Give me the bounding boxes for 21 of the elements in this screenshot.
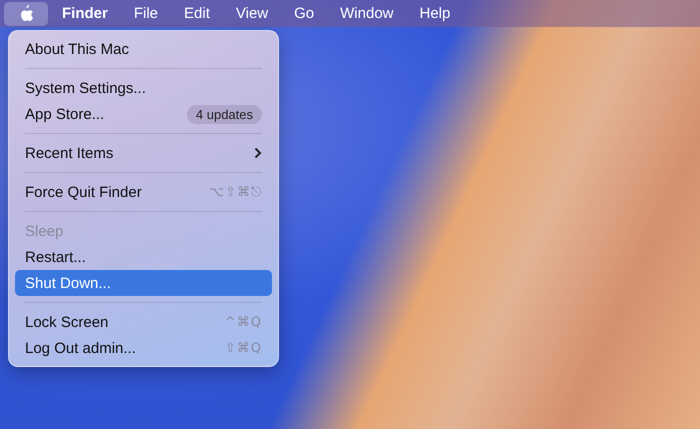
menu-title[interactable]: Finder	[50, 2, 120, 25]
keyboard-shortcut: ⇧⌘Q	[224, 340, 262, 356]
menu-item[interactable]: Lock Screen ^⌘Q	[15, 309, 272, 335]
keyboard-shortcut: ⌥⇧⌘⎋	[209, 184, 262, 200]
menu-item[interactable]: Log Out admin... ⇧⌘Q	[15, 335, 272, 361]
menu-title[interactable]: View	[224, 2, 280, 25]
menu-title[interactable]: File	[122, 2, 170, 25]
menu-item[interactable]: System Settings...	[15, 75, 272, 101]
menu-item[interactable]: Restart...	[15, 244, 272, 270]
menu-title[interactable]: Help	[408, 2, 462, 25]
menu-item[interactable]: Shut Down...	[15, 270, 272, 296]
update-count-badge: 4 updates	[186, 104, 262, 124]
menu-item[interactable]: App Store... 4 updates	[15, 101, 272, 127]
menu-item[interactable]: Recent Items	[15, 140, 272, 166]
apple-menu-icon[interactable]	[4, 2, 48, 26]
menu-title[interactable]: Edit	[172, 2, 222, 25]
keyboard-shortcut: ^⌘Q	[224, 314, 262, 330]
menu-title[interactable]: Window	[328, 2, 406, 25]
menu-title[interactable]: Go	[282, 2, 326, 25]
menu-item[interactable]: Force Quit Finder ⌥⇧⌘⎋	[15, 179, 272, 205]
menu-item[interactable]: About This Mac	[15, 36, 272, 62]
